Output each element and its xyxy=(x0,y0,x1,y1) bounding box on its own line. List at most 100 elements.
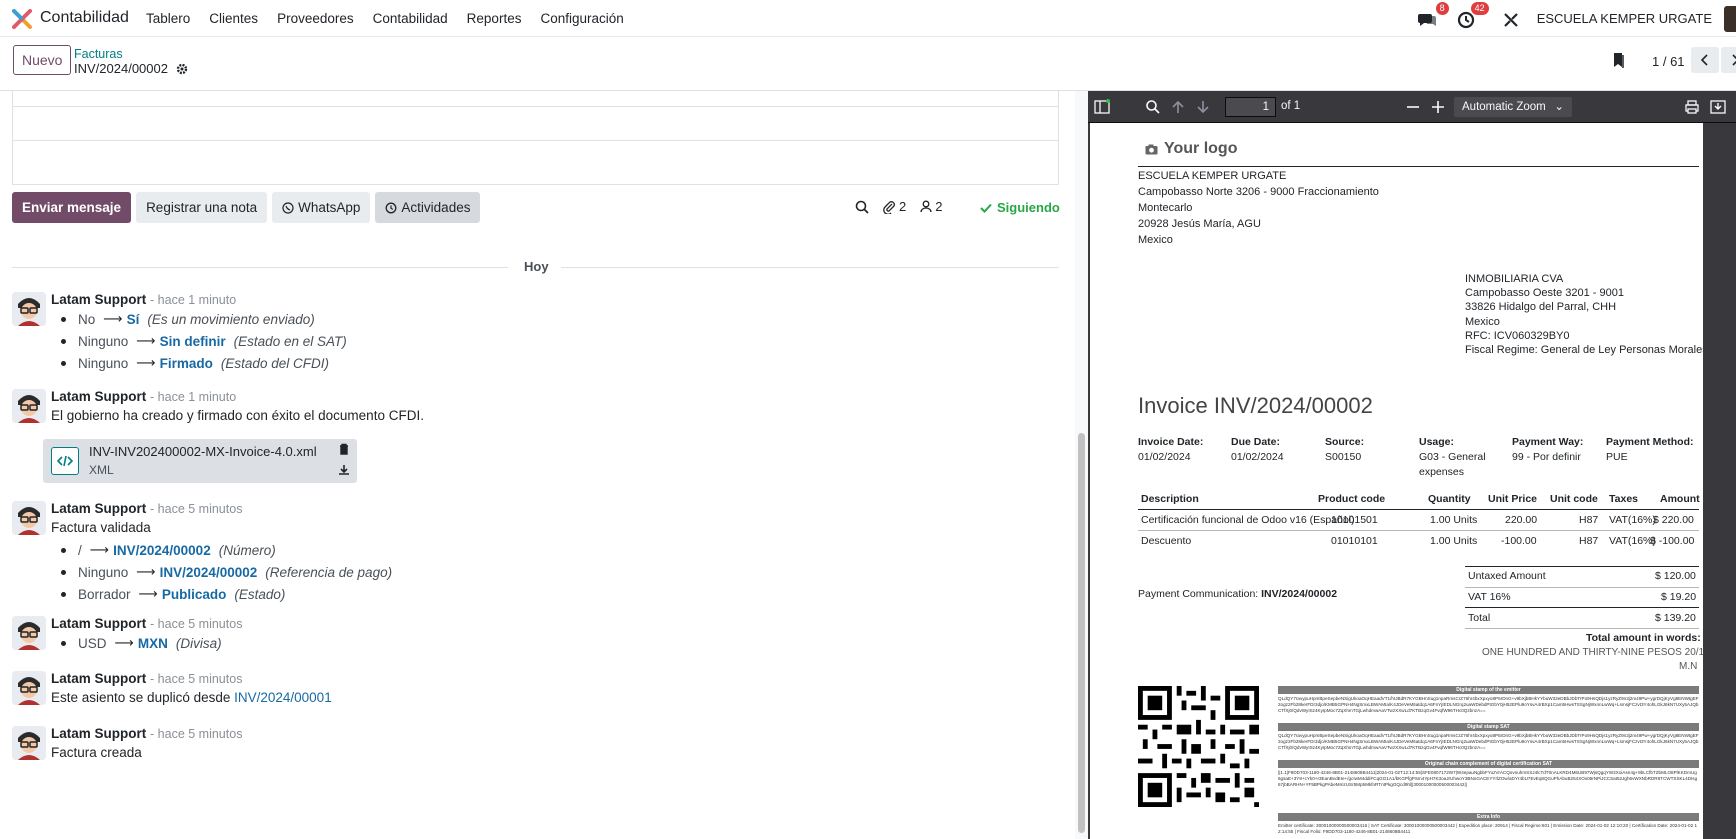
menu-reportes[interactable]: Reportes xyxy=(467,11,522,26)
following-button[interactable]: Siguiendo xyxy=(980,200,1060,215)
avatar[interactable] xyxy=(12,389,46,423)
tracking-old: USD xyxy=(78,635,107,651)
tracking-old: Ninguno xyxy=(78,355,129,371)
author-name[interactable]: Latam Support xyxy=(51,616,146,631)
amount-in-words-value: ONE HUNDRED AND THIRTY-NINE PESOS 20/100 xyxy=(1482,647,1703,658)
info-invoice-date: Invoice Date: 01/02/2024 xyxy=(1138,436,1204,463)
message-author: Latam Support - hace 1 minuto xyxy=(51,389,236,404)
download-icon[interactable] xyxy=(338,464,350,476)
tracking-values: USD ⟶ MXN (Divisa) xyxy=(51,632,222,654)
extra-info-text: Emitter certificate: 3000100000050000341… xyxy=(1278,823,1697,834)
following-label: Siguiendo xyxy=(997,200,1060,215)
customer-line: RFC: ICV060329BY0 xyxy=(1465,329,1570,342)
tracking-field: (Divisa) xyxy=(175,635,222,651)
invoice-title: Invoice INV/2024/00002 xyxy=(1138,393,1373,418)
zoom-in-icon[interactable] xyxy=(1430,99,1446,115)
send-message-button[interactable]: Enviar mensaje xyxy=(12,192,132,223)
check-icon xyxy=(980,203,992,213)
search-icon[interactable] xyxy=(1145,99,1161,115)
page-number-input[interactable]: 1 xyxy=(1225,97,1276,117)
arrow-right-icon: ⟶ xyxy=(136,355,156,370)
app-name[interactable]: Contabilidad xyxy=(40,9,129,27)
print-icon[interactable] xyxy=(1684,99,1700,115)
author-name[interactable]: Latam Support xyxy=(51,726,146,741)
menu-configuracion[interactable]: Configuración xyxy=(540,11,623,26)
chatter-message: Latam Support - hace 5 minutos Factura v… xyxy=(12,501,912,602)
followers-button[interactable]: 2 xyxy=(920,199,942,214)
attachment-card[interactable]: INV-INV202400002-MX-Invoice-4.0.xml XML xyxy=(43,439,357,483)
attachment-name[interactable]: INV-INV202400002-MX-Invoice-4.0.xml xyxy=(89,444,317,459)
company-switcher[interactable]: ESCUELA KEMPER URGATE xyxy=(1537,11,1712,26)
pager-next[interactable] xyxy=(1721,47,1736,73)
author-name[interactable]: Latam Support xyxy=(51,389,146,404)
arrow-right-icon: ⟶ xyxy=(89,542,110,557)
tracking-old: No xyxy=(78,311,96,327)
chatter-message: Latam Support - hace 5 minutos USD ⟶ MXN (D… xyxy=(12,616,912,656)
breadcrumb-facturas[interactable]: Facturas xyxy=(74,47,123,61)
author-name[interactable]: Latam Support xyxy=(51,671,146,686)
main-menu: Tablero Clientes Proveedores Contabilida… xyxy=(146,11,643,26)
new-button[interactable]: Nuevo xyxy=(13,45,72,75)
zoom-out-icon[interactable] xyxy=(1405,99,1421,115)
tracking-old: Borrador xyxy=(78,586,131,602)
attachments-button[interactable]: 2 xyxy=(883,199,906,214)
bookmark-icon[interactable] xyxy=(1612,52,1626,69)
chatter-scrollbar-thumb[interactable] xyxy=(1078,433,1085,833)
message-author: Latam Support - hace 5 minutos xyxy=(51,671,242,686)
gear-icon[interactable] xyxy=(176,63,188,75)
col-unit-price: Unit Price xyxy=(1488,493,1538,505)
message-time: - hace 5 minutos xyxy=(150,502,243,516)
avatar[interactable] xyxy=(12,292,46,326)
totals-rule xyxy=(1465,628,1699,629)
whatsapp-button[interactable]: WhatsApp xyxy=(272,192,371,223)
camera-icon xyxy=(1145,144,1158,154)
activities-chatter-button[interactable]: Actividades xyxy=(375,192,481,223)
attachment-type: XML xyxy=(89,463,114,477)
avatar[interactable] xyxy=(12,501,46,535)
chat-icon xyxy=(1417,13,1436,26)
next-page-icon[interactable] xyxy=(1195,99,1211,115)
menu-clientes[interactable]: Clientes xyxy=(209,11,258,26)
message-author: Latam Support - hace 5 minutos xyxy=(51,726,242,741)
sidebar-toggle-icon[interactable] xyxy=(1094,99,1110,115)
menu-contabilidad[interactable]: Contabilidad xyxy=(373,11,448,26)
search-icon[interactable] xyxy=(855,200,869,214)
pager-value[interactable]: 1 / 61 xyxy=(1652,54,1685,69)
chevron-right-icon xyxy=(1732,54,1736,66)
tracking-value: / ⟶ INV/2024/00002 (Número) xyxy=(51,539,392,561)
tools-icon xyxy=(1503,12,1518,27)
author-name[interactable]: Latam Support xyxy=(51,501,146,516)
user-avatar[interactable] xyxy=(1724,5,1736,32)
debug-tools-button[interactable] xyxy=(1503,8,1525,30)
zoom-select[interactable]: Automatic Zoom ⌄ xyxy=(1454,97,1572,117)
author-name[interactable]: Latam Support xyxy=(51,292,146,307)
chevron-left-icon xyxy=(1700,54,1708,66)
avatar[interactable] xyxy=(12,726,46,760)
activities-button[interactable]: 42 xyxy=(1457,1,1489,30)
pager-previous[interactable] xyxy=(1691,47,1719,73)
source-record-link[interactable]: INV/2024/00001 xyxy=(234,690,332,705)
clock-icon xyxy=(1457,11,1474,28)
control-panel: Nuevo Facturas INV/2024/00002 1 / 61 xyxy=(0,37,1736,91)
menu-proveedores[interactable]: Proveedores xyxy=(277,11,354,26)
followers-count: 2 xyxy=(935,199,943,214)
message-time: - hace 5 minutos xyxy=(150,617,243,631)
avatar[interactable] xyxy=(12,616,46,650)
tracking-old: Ninguno xyxy=(78,564,129,580)
previous-page-icon[interactable] xyxy=(1170,99,1186,115)
original-chain-text: ||1.1|F9DD703-1180-4246-8B01-2148608B441… xyxy=(1278,770,1698,787)
tracking-old: Ninguno xyxy=(78,333,129,349)
paperclip-icon xyxy=(883,200,895,214)
date-separator-left xyxy=(12,267,508,268)
download-icon[interactable] xyxy=(1710,99,1726,115)
messaging-button[interactable]: 8 xyxy=(1417,1,1449,30)
col-unit-code: Unit code xyxy=(1550,493,1598,505)
message-time: - hace 5 minutos xyxy=(150,672,243,686)
avatar[interactable] xyxy=(12,671,46,705)
message-text: Este asiento se duplicó desde xyxy=(51,690,235,705)
menu-tablero[interactable]: Tablero xyxy=(146,11,190,26)
trash-icon[interactable] xyxy=(339,443,349,455)
accounting-app-icon[interactable] xyxy=(12,9,32,29)
customer-line: INMOBILIARIA CVA xyxy=(1465,273,1564,285)
log-note-button[interactable]: Registrar una nota xyxy=(136,192,268,223)
